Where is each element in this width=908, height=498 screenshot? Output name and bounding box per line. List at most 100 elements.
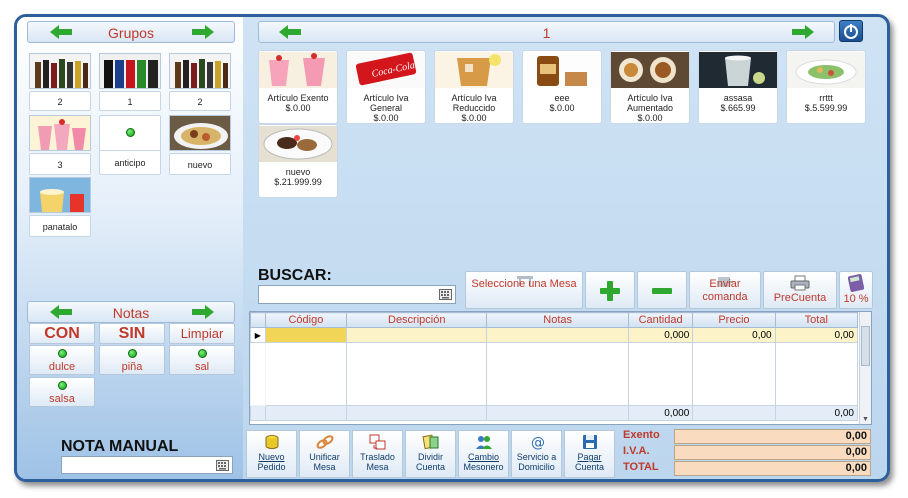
group-tile-7[interactable]: panatalo <box>29 215 91 237</box>
column-header-cantidad[interactable]: Cantidad <box>627 312 694 328</box>
calculator-icon <box>848 274 864 292</box>
product-price: $.21.999.99 <box>274 177 322 187</box>
clear-notes-button[interactable]: Limpiar <box>169 323 235 344</box>
group-image-smoothies[interactable] <box>29 115 91 151</box>
table-row[interactable]: ▶ 0,000 0,00 0,00 <box>250 327 859 343</box>
left-panel: Grupos 2 1 2 3 anticipo nuevo panatalo N… <box>17 17 243 479</box>
note-item-pina[interactable]: piña <box>99 345 165 375</box>
split-bill-button[interactable]: Dividir Cuenta <box>405 430 456 478</box>
order-table: Código Descripción Notas Cantidad Precio… <box>249 311 872 425</box>
product-tile[interactable]: nuevo $.21.999.99 <box>258 124 338 198</box>
iva-label: I.V.A. <box>623 445 650 457</box>
group-image-cans[interactable] <box>99 53 161 89</box>
power-icon <box>844 24 858 39</box>
product-image <box>435 52 513 88</box>
table-footer-row: 0,000 0,00 <box>250 405 859 421</box>
group-image-bottles-2[interactable] <box>169 53 231 89</box>
remove-button[interactable] <box>637 271 687 309</box>
group-label: panatalo <box>42 222 78 232</box>
exento-label: Exento <box>623 429 660 441</box>
sin-button[interactable]: SIN <box>99 323 165 344</box>
pay-bill-button[interactable]: Pagar Cuenta <box>564 430 615 478</box>
group-tile-5[interactable]: anticipo <box>99 115 161 175</box>
change-waiter-button[interactable]: Cambio Mesonero <box>458 430 509 478</box>
note-item-sal[interactable]: sal <box>169 345 235 375</box>
cell-precio[interactable]: 0,00 <box>692 327 776 343</box>
footer-total: 0,00 <box>774 405 859 421</box>
product-tile[interactable]: Artículo Iva Reduccido $.0.00 <box>434 50 514 124</box>
product-name: rrttt <box>819 93 833 103</box>
merge-table-label-2: Mesa <box>313 462 336 472</box>
column-header-notas[interactable]: Notas <box>486 312 629 328</box>
group-tile-6[interactable]: nuevo <box>169 153 231 175</box>
vertical-scrollbar[interactable]: ▼ <box>859 312 871 424</box>
send-order-button[interactable]: Enviar comanda <box>689 271 761 309</box>
scrollbar-thumb[interactable] <box>861 326 870 366</box>
percent-button[interactable]: 10 % <box>839 271 873 309</box>
pre-bill-button[interactable]: PreCuenta <box>763 271 837 309</box>
group-tile-1[interactable]: 2 <box>29 91 91 111</box>
group-image-bottles-1[interactable] <box>29 53 91 89</box>
con-label: CON <box>44 325 80 342</box>
groups-next-arrow-icon[interactable] <box>192 25 214 39</box>
split-bill-label-1: Dividir <box>417 452 443 462</box>
product-tile[interactable]: assasa $.665.99 <box>698 50 778 124</box>
group-image-drink-pour[interactable] <box>29 177 91 213</box>
new-order-label-1: Nuevo <box>258 452 285 462</box>
group-tile-3[interactable]: 2 <box>169 91 231 111</box>
select-table-button[interactable]: Seleccione una Mesa <box>465 271 583 309</box>
product-image <box>259 52 337 88</box>
notes-next-arrow-icon[interactable] <box>192 305 214 319</box>
scroll-down-icon[interactable]: ▼ <box>862 416 869 423</box>
select-table-label: Seleccione una Mesa <box>471 278 577 290</box>
change-waiter-label-2: Mesonero <box>463 462 504 472</box>
product-image <box>787 52 865 88</box>
product-image: Coca-Cola <box>347 52 425 88</box>
transfer-table-button[interactable]: Traslado Mesa <box>352 430 403 478</box>
column-header-total[interactable]: Total <box>774 312 859 328</box>
column-header-precio[interactable]: Precio <box>692 312 776 328</box>
product-tile[interactable]: Artículo Exento $.0.00 <box>258 50 338 124</box>
product-tile[interactable]: rrttt $.5.599.99 <box>786 50 866 124</box>
pay-bill-label-1: Pagar <box>577 452 602 462</box>
con-button[interactable]: CON <box>29 323 95 344</box>
cell-codigo[interactable] <box>264 327 348 343</box>
note-item-dulce[interactable]: dulce <box>29 345 95 375</box>
keyboard-icon[interactable] <box>216 460 229 471</box>
cell-descripcion[interactable] <box>346 327 488 343</box>
cell-cantidad[interactable]: 0,000 <box>627 327 694 343</box>
group-label: nuevo <box>187 160 213 170</box>
product-name: Artículo Exento <box>267 93 329 103</box>
plus-icon <box>600 281 620 301</box>
delivery-label-1: Servicio a <box>516 452 557 462</box>
green-dot-icon <box>197 349 207 358</box>
product-tile[interactable]: eee $.0.00 <box>522 50 602 124</box>
total-value: 0,00 <box>674 461 871 476</box>
group-tile-4[interactable]: 3 <box>29 153 91 175</box>
note-label: salsa <box>49 393 75 405</box>
group-tile-2[interactable]: 1 <box>99 91 161 111</box>
merge-table-label-1: Unificar <box>309 452 340 462</box>
power-button[interactable] <box>839 20 863 42</box>
note-label: dulce <box>48 361 76 373</box>
column-header-descripcion[interactable]: Descripción <box>346 312 488 328</box>
group-image-food[interactable] <box>169 115 231 151</box>
note-item-salsa[interactable]: salsa <box>29 377 95 407</box>
manual-note-input[interactable] <box>61 456 233 474</box>
svg-text:@: @ <box>531 435 545 450</box>
product-name: Artículo Iva Reduccido <box>451 93 497 113</box>
keyboard-icon[interactable] <box>439 289 452 300</box>
new-order-button[interactable]: Nuevo Pedido <box>246 430 297 478</box>
add-button[interactable] <box>585 271 635 309</box>
search-input[interactable] <box>258 285 456 304</box>
row-pointer-icon: ▶ <box>250 327 266 343</box>
product-tile[interactable]: Artículo Iva Aumentado $.0.00 <box>610 50 690 124</box>
sin-label: SIN <box>118 325 146 342</box>
column-header-codigo[interactable]: Código <box>264 312 348 328</box>
delivery-service-button[interactable]: @ Servicio a Domicilio <box>511 430 562 478</box>
merge-table-button[interactable]: Unificar Mesa <box>299 430 350 478</box>
cell-total[interactable]: 0,00 <box>774 327 859 343</box>
cell-notas[interactable] <box>486 327 629 343</box>
product-tile[interactable]: Coca-Cola Artículo Iva General $.0.00 <box>346 50 426 124</box>
products-next-arrow-icon[interactable] <box>792 25 814 39</box>
